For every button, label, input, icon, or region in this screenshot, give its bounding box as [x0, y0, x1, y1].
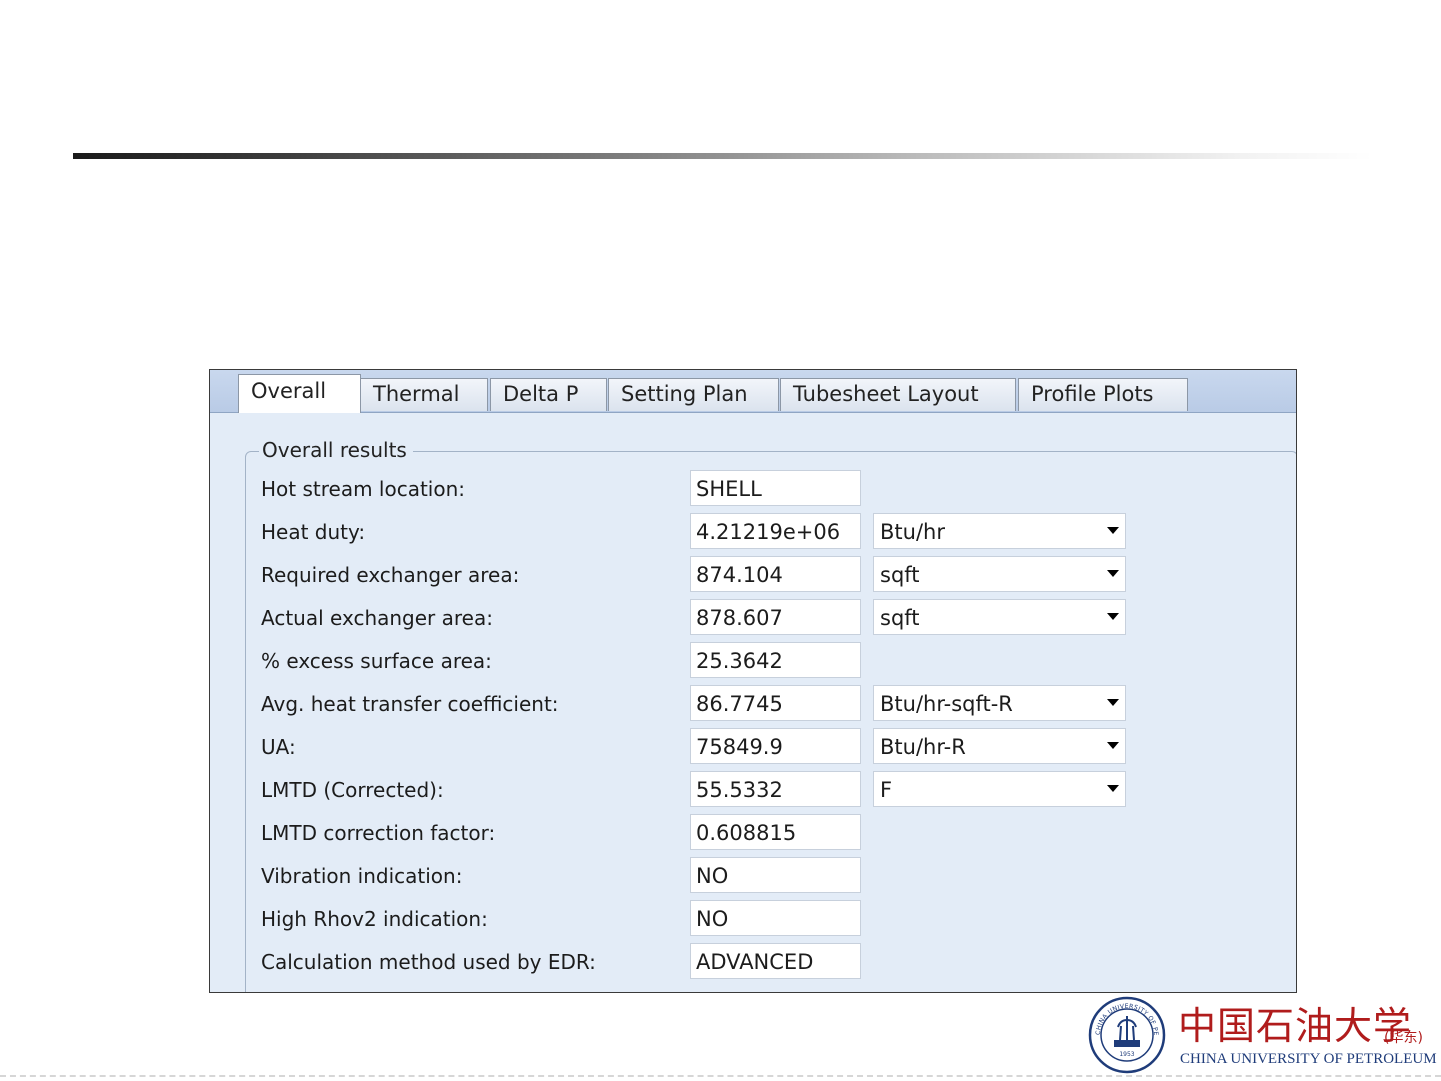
lmtd-correction-factor-field[interactable]: 0.608815	[690, 814, 861, 850]
group-title: Overall results	[259, 437, 413, 463]
row-label: Actual exchanger area:	[261, 606, 493, 630]
dropdown-arrow-icon	[1107, 699, 1119, 706]
lmtd-corrected-field[interactable]: 55.5332	[690, 771, 861, 807]
results-window: Overall Thermal Delta P Setting Plan Tub…	[209, 369, 1297, 993]
unit-value: F	[880, 778, 893, 802]
dropdown-arrow-icon	[1107, 570, 1119, 577]
ua-unit-select[interactable]: Btu/hr-R	[873, 728, 1126, 764]
seal-year: 1953	[1119, 1051, 1134, 1058]
unit-value: Btu/hr-R	[880, 735, 966, 759]
unit-value: Btu/hr-sqft-R	[880, 692, 1013, 716]
university-campus-cn: (华东)	[1384, 1030, 1423, 1046]
tab-setting-plan[interactable]: Setting Plan	[608, 378, 779, 411]
heat-duty-unit-select[interactable]: Btu/hr	[873, 513, 1126, 549]
row-label: Vibration indication:	[261, 864, 463, 888]
row-label: Heat duty:	[261, 520, 366, 544]
footer-divider	[0, 1075, 1441, 1077]
actual-area-unit-select[interactable]: sqft	[873, 599, 1126, 635]
row-label: High Rhov2 indication:	[261, 907, 488, 931]
required-area-unit-select[interactable]: sqft	[873, 556, 1126, 592]
row-label: LMTD correction factor:	[261, 821, 496, 845]
unit-value: sqft	[880, 563, 920, 587]
hot-stream-location-field[interactable]: SHELL	[690, 470, 861, 506]
dropdown-arrow-icon	[1107, 742, 1119, 749]
lmtd-unit-select[interactable]: F	[873, 771, 1126, 807]
row-label: Avg. heat transfer coefficient:	[261, 692, 559, 716]
row-label: Hot stream location:	[261, 477, 466, 501]
university-seal-logo: CHINA UNIVERSITY OF PETROLEUM 1953	[1088, 996, 1166, 1074]
tab-strip: Overall Thermal Delta P Setting Plan Tub…	[210, 370, 1296, 413]
unit-value: sqft	[880, 606, 920, 630]
heat-transfer-coefficient-unit-select[interactable]: Btu/hr-sqft-R	[873, 685, 1126, 721]
row-label: LMTD (Corrected):	[261, 778, 444, 802]
unit-value: Btu/hr	[880, 520, 945, 544]
tab-thermal[interactable]: Thermal	[360, 378, 488, 411]
rhov2-indication-field[interactable]: NO	[690, 900, 861, 936]
row-label: Required exchanger area:	[261, 563, 520, 587]
calculation-method-field[interactable]: ADVANCED	[690, 943, 861, 979]
title-divider	[73, 153, 1373, 159]
ua-field[interactable]: 75849.9	[690, 728, 861, 764]
heat-duty-field[interactable]: 4.21219e+06	[690, 513, 861, 549]
heat-transfer-coefficient-field[interactable]: 86.7745	[690, 685, 861, 721]
dropdown-arrow-icon	[1107, 785, 1119, 792]
tab-profile-plots[interactable]: Profile Plots	[1018, 378, 1188, 411]
dropdown-arrow-icon	[1107, 527, 1119, 534]
tab-tubesheet-layout[interactable]: Tubesheet Layout	[780, 378, 1016, 411]
university-name-en: CHINA UNIVERSITY OF PETROLEUM	[1180, 1051, 1437, 1067]
university-name-cn: 中国石油大学	[1178, 1004, 1413, 1048]
tab-delta-p[interactable]: Delta P	[490, 378, 607, 411]
overall-panel: Overall results Hot stream location: SHE…	[210, 413, 1296, 992]
excess-area-field[interactable]: 25.3642	[690, 642, 861, 678]
dropdown-arrow-icon	[1107, 613, 1119, 620]
actual-area-field[interactable]: 878.607	[690, 599, 861, 635]
row-label: UA:	[261, 735, 296, 759]
required-area-field[interactable]: 874.104	[690, 556, 861, 592]
vibration-indication-field[interactable]: NO	[690, 857, 861, 893]
row-label: % excess surface area:	[261, 649, 492, 673]
row-label: Calculation method used by EDR:	[261, 950, 596, 974]
tab-overall[interactable]: Overall	[238, 374, 361, 413]
